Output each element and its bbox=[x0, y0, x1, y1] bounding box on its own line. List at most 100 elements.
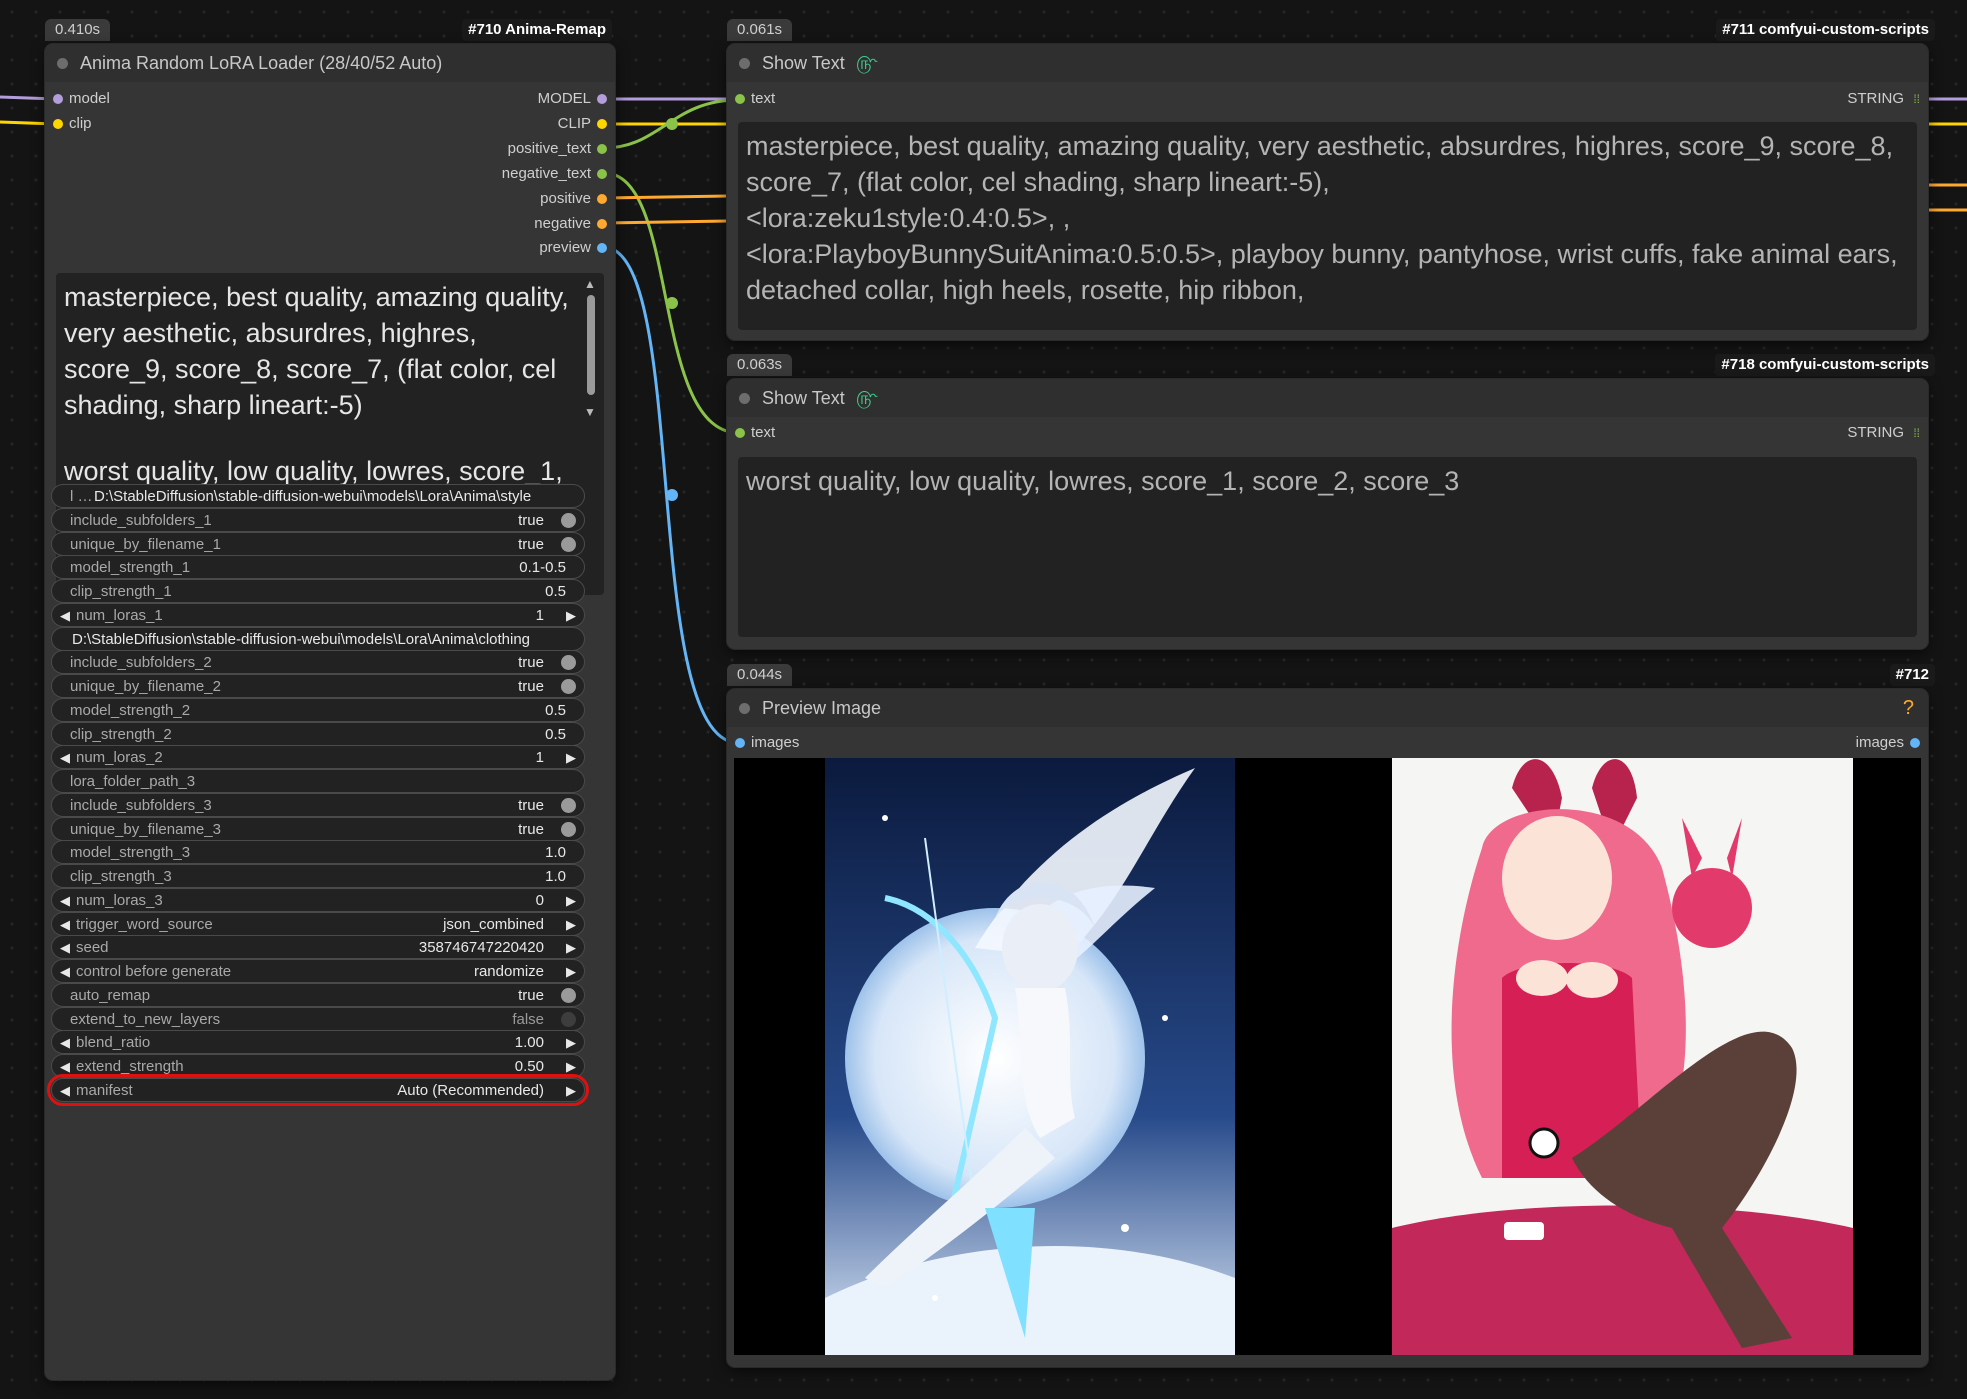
output-slot-string[interactable]: STRING ⁞⁞ bbox=[1847, 89, 1920, 109]
input-slot-text[interactable]: text bbox=[735, 423, 775, 443]
increment-arrow-icon[interactable]: ▶ bbox=[566, 913, 576, 937]
increment-arrow-icon[interactable]: ▶ bbox=[566, 889, 576, 913]
clip-out-pin-icon[interactable] bbox=[597, 119, 607, 129]
collapse-dot-icon[interactable] bbox=[739, 393, 750, 404]
input-slot-images[interactable]: images bbox=[735, 733, 799, 753]
increment-arrow-icon[interactable]: ▶ bbox=[566, 746, 576, 770]
widget-num-loras-1[interactable]: ◀ num_loras_1 1 ▶ bbox=[51, 602, 585, 628]
scroll-up-icon[interactable]: ▲ bbox=[584, 277, 596, 291]
toggle-knob-icon[interactable] bbox=[561, 512, 576, 528]
decrement-arrow-icon[interactable]: ◀ bbox=[60, 913, 70, 937]
widget-unique-by-filename-3[interactable]: unique_by_filename_3 true bbox=[51, 816, 585, 841]
show-text-node-718[interactable]: Show Text ௹ text STRING ⁞⁞ worst quality… bbox=[727, 379, 1928, 649]
widget-extend-to-new-layers[interactable]: extend_to_new_layers false bbox=[51, 1006, 585, 1031]
widget-num-loras-3[interactable]: ◀ num_loras_3 0 ▶ bbox=[51, 887, 585, 913]
collapse-dot-icon[interactable] bbox=[57, 58, 68, 69]
increment-arrow-icon[interactable]: ▶ bbox=[566, 1055, 576, 1079]
widget-extend-strength[interactable]: ◀ extend_strength 0.50 ▶ bbox=[51, 1054, 585, 1078]
output-slot-images[interactable]: images bbox=[1856, 733, 1920, 753]
scroll-thumb[interactable] bbox=[587, 295, 595, 395]
model-pin-icon[interactable] bbox=[53, 94, 63, 104]
show-text-output[interactable]: masterpiece, best quality, amazing quali… bbox=[738, 122, 1917, 330]
grid-pin-icon[interactable]: ⁞⁞ bbox=[1913, 423, 1920, 443]
decrement-arrow-icon[interactable]: ◀ bbox=[60, 604, 70, 628]
preview-image-node[interactable]: Preview Image ? images images bbox=[727, 689, 1928, 1367]
decrement-arrow-icon[interactable]: ◀ bbox=[60, 1055, 70, 1079]
decrement-arrow-icon[interactable]: ◀ bbox=[60, 936, 70, 960]
decrement-arrow-icon[interactable]: ◀ bbox=[60, 746, 70, 770]
node-title-bar[interactable]: Show Text ௹ bbox=[727, 379, 1928, 417]
widget-lora-folder-path-3[interactable]: lora_folder_path_3 bbox=[51, 769, 585, 793]
string-pin-icon[interactable] bbox=[597, 169, 607, 179]
widget-clip-strength-3[interactable]: clip_strength_3 1.0 bbox=[51, 864, 585, 888]
show-text-output[interactable]: worst quality, low quality, lowres, scor… bbox=[738, 457, 1917, 637]
widget-control-before-generate[interactable]: ◀ control before generate randomize ▶ bbox=[51, 959, 585, 983]
collapse-dot-icon[interactable] bbox=[739, 58, 750, 69]
conditioning-pin-icon[interactable] bbox=[597, 194, 607, 204]
textarea-scrollbar[interactable]: ▲ ▼ bbox=[584, 277, 598, 419]
toggle-knob-icon[interactable] bbox=[561, 797, 576, 813]
output-slot-negative-text[interactable]: negative_text bbox=[502, 164, 607, 184]
collapse-dot-icon[interactable] bbox=[739, 703, 750, 714]
image-pin-icon[interactable] bbox=[1910, 738, 1920, 748]
grid-pin-icon[interactable]: ⁞⁞ bbox=[1913, 89, 1920, 109]
string-pin-icon[interactable] bbox=[735, 94, 745, 104]
widget-include-subfolders-3[interactable]: include_subfolders_3 true bbox=[51, 792, 585, 817]
toggle-knob-icon[interactable] bbox=[561, 1011, 576, 1027]
increment-arrow-icon[interactable]: ▶ bbox=[566, 1031, 576, 1055]
increment-arrow-icon[interactable]: ▶ bbox=[566, 936, 576, 960]
output-slot-positive-text[interactable]: positive_text bbox=[508, 139, 607, 159]
show-text-node-711[interactable]: Show Text ௹ text STRING ⁞⁞ masterpiece, … bbox=[727, 44, 1928, 340]
string-pin-icon[interactable] bbox=[597, 144, 607, 154]
node-title-bar[interactable]: Show Text ௹ bbox=[727, 44, 1928, 82]
widget-model-strength-2[interactable]: model_strength_2 0.5 bbox=[51, 697, 585, 722]
image-pin-icon[interactable] bbox=[735, 738, 745, 748]
preview-image-1[interactable] bbox=[825, 758, 1235, 1355]
node-title-bar[interactable]: Preview Image ? bbox=[727, 689, 1928, 727]
positive-prompt-textarea[interactable]: masterpiece, best quality, amazing quali… bbox=[56, 273, 604, 469]
widget-seed[interactable]: ◀ seed 358746747220420 ▶ bbox=[51, 935, 585, 960]
increment-arrow-icon[interactable]: ▶ bbox=[566, 960, 576, 984]
decrement-arrow-icon[interactable]: ◀ bbox=[60, 960, 70, 984]
output-slot-model[interactable]: MODEL bbox=[538, 89, 607, 109]
output-slot-preview[interactable]: preview bbox=[539, 238, 607, 258]
string-pin-icon[interactable] bbox=[735, 428, 745, 438]
widget-l-[interactable]: l … D:\StableDiffusion\stable-diffusion-w… bbox=[51, 484, 585, 508]
decrement-arrow-icon[interactable]: ◀ bbox=[60, 1079, 70, 1103]
conditioning-pin-icon[interactable] bbox=[597, 219, 607, 229]
increment-arrow-icon[interactable]: ▶ bbox=[566, 604, 576, 628]
output-slot-positive[interactable]: positive bbox=[540, 189, 607, 209]
output-slot-string[interactable]: STRING ⁞⁞ bbox=[1847, 423, 1920, 443]
widget-path-field[interactable]: D:\StableDiffusion\stable-diffusion-webu… bbox=[51, 626, 585, 651]
widget-unique-by-filename-1[interactable]: unique_by_filename_1 true bbox=[51, 531, 585, 556]
output-slot-clip[interactable]: CLIP bbox=[558, 114, 607, 134]
widget-trigger-word-source[interactable]: ◀ trigger_word_source json_combined ▶ bbox=[51, 911, 585, 937]
increment-arrow-icon[interactable]: ▶ bbox=[566, 1079, 576, 1103]
input-slot-text[interactable]: text bbox=[735, 89, 775, 109]
input-slot-clip[interactable]: clip bbox=[53, 114, 92, 134]
decrement-arrow-icon[interactable]: ◀ bbox=[60, 889, 70, 913]
output-slot-negative[interactable]: negative bbox=[534, 214, 607, 234]
toggle-knob-icon[interactable] bbox=[561, 821, 576, 837]
widget-model-strength-1[interactable]: model_strength_1 0.1-0.5 bbox=[51, 555, 585, 580]
clip-pin-icon[interactable] bbox=[53, 119, 63, 129]
input-slot-model[interactable]: model bbox=[53, 89, 110, 109]
toggle-knob-icon[interactable] bbox=[561, 987, 576, 1003]
model-out-pin-icon[interactable] bbox=[597, 94, 607, 104]
widget-auto-remap[interactable]: auto_remap true bbox=[51, 982, 585, 1007]
image-preview-area[interactable] bbox=[734, 758, 1921, 1355]
widget-unique-by-filename-2[interactable]: unique_by_filename_2 true bbox=[51, 674, 585, 698]
decrement-arrow-icon[interactable]: ◀ bbox=[60, 1031, 70, 1055]
widget-clip-strength-2[interactable]: clip_strength_2 0.5 bbox=[51, 721, 585, 746]
anima-lora-loader-node[interactable]: Anima Random LoRA Loader (28/40/52 Auto)… bbox=[45, 44, 615, 1380]
toggle-knob-icon[interactable] bbox=[561, 679, 576, 694]
toggle-knob-icon[interactable] bbox=[561, 655, 576, 671]
widget-num-loras-2[interactable]: ◀ num_loras_2 1 ▶ bbox=[51, 745, 585, 770]
widget-blend-ratio[interactable]: ◀ blend_ratio 1.00 ▶ bbox=[51, 1030, 585, 1055]
scroll-down-icon[interactable]: ▼ bbox=[584, 405, 596, 419]
widget-include-subfolders-1[interactable]: include_subfolders_1 true bbox=[51, 507, 585, 532]
image-pin-icon[interactable] bbox=[597, 243, 607, 253]
widget-clip-strength-1[interactable]: clip_strength_1 0.5 bbox=[51, 579, 585, 603]
node-title-bar[interactable]: Anima Random LoRA Loader (28/40/52 Auto) bbox=[45, 44, 615, 82]
help-icon[interactable]: ? bbox=[1903, 689, 1914, 727]
